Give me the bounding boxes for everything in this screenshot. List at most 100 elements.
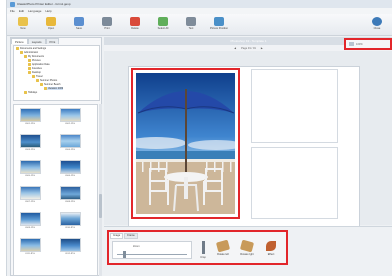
tree-item[interactable]: Summer Photos bbox=[36, 79, 57, 82]
tab-frame[interactable]: Frame bbox=[124, 233, 138, 239]
tree-item[interactable]: Application Data bbox=[28, 63, 49, 66]
tree-item[interactable]: Holidays bbox=[24, 91, 37, 94]
tree-item[interactable]: Administrator bbox=[20, 51, 38, 54]
empty-photo-slot[interactable] bbox=[251, 147, 338, 219]
select-all-icon bbox=[158, 17, 168, 26]
folder-icon bbox=[20, 51, 23, 54]
zoom-icon bbox=[349, 42, 354, 46]
rotate-right-button[interactable]: Rotate right bbox=[239, 239, 255, 263]
menu-help[interactable]: Help bbox=[45, 9, 51, 13]
photo-frame-selected[interactable] bbox=[131, 68, 240, 219]
window-title: ClassicPhoto Printer Editor - form1.gexp bbox=[17, 2, 71, 6]
photo-beach-umbrella[interactable] bbox=[136, 73, 235, 214]
menu-file[interactable]: File bbox=[10, 9, 15, 13]
workspace: Photoshop Kit - Template 1 ◀ Page 01 / 0… bbox=[104, 37, 392, 230]
effect-icon bbox=[266, 241, 276, 251]
delete-button[interactable]: Delete bbox=[125, 17, 145, 34]
scrollbar-thumb[interactable] bbox=[99, 194, 102, 218]
thumbnail[interactable] bbox=[20, 212, 41, 226]
title-bar: ClassicPhoto Printer Editor - form1.gexp bbox=[7, 0, 392, 8]
crop-icon bbox=[201, 241, 205, 254]
folder-icon bbox=[28, 63, 31, 66]
save-icon bbox=[74, 17, 84, 26]
thumbnail-label: 0104.JPG bbox=[65, 149, 75, 151]
print-page bbox=[128, 66, 360, 230]
tree-item[interactable]: Travel bbox=[32, 75, 43, 78]
thumbnail[interactable] bbox=[20, 108, 41, 122]
print-button[interactable]: Print bbox=[97, 17, 117, 34]
thumbnail[interactable] bbox=[20, 238, 41, 252]
thumbnail-label: 0112.JPG bbox=[65, 253, 75, 255]
prev-page-icon[interactable]: ◀ bbox=[234, 47, 236, 50]
thumbnail-scrollbar[interactable] bbox=[99, 104, 102, 276]
menu-edit[interactable]: Edit bbox=[19, 9, 24, 13]
zoom-slider-handle[interactable] bbox=[123, 251, 126, 258]
tab-layouts[interactable]: Layouts bbox=[27, 38, 46, 44]
thumbnail[interactable] bbox=[60, 186, 81, 200]
zoom-slider-area: Zoom bbox=[112, 241, 192, 259]
effect-button[interactable]: Effect bbox=[263, 241, 279, 263]
folder-icon bbox=[28, 71, 31, 74]
crop-button[interactable]: Crop bbox=[195, 241, 211, 263]
zoom-control[interactable]: 100% bbox=[344, 38, 392, 50]
open-button[interactable]: Open bbox=[41, 17, 61, 34]
thumbnail[interactable] bbox=[60, 108, 81, 122]
tab-image[interactable]: Image bbox=[110, 233, 124, 239]
thumbnail-label: 0109.JPG bbox=[25, 227, 35, 229]
text-button[interactable]: Text bbox=[181, 17, 201, 34]
picture-position-button[interactable]: Picture Position bbox=[209, 17, 229, 34]
thumbnail[interactable] bbox=[20, 160, 41, 174]
select-all-button[interactable]: Select All bbox=[153, 17, 173, 34]
image-edit-tools: Image Frame Zoom Crop Rotate left Rotate… bbox=[107, 230, 288, 265]
app-icon bbox=[10, 1, 15, 7]
sidebar-panel: Picture Layouts Print Documents and Sett… bbox=[10, 37, 102, 276]
thumbnail-list: 0101.JPG 0102.JPG 0103.JPG 0104.JPG 0105… bbox=[13, 104, 98, 276]
rotate-left-icon bbox=[215, 239, 231, 253]
thumbnail[interactable] bbox=[20, 186, 41, 200]
zoom-slider-track[interactable] bbox=[117, 254, 187, 255]
edit-panel: Image Frame Zoom Crop Rotate left Rotate… bbox=[104, 226, 392, 276]
thumbnail-label: 0108.JPG bbox=[65, 201, 75, 203]
tree-item-selected[interactable]: Vacation 2009 bbox=[44, 87, 64, 90]
thumbnail[interactable] bbox=[20, 134, 41, 148]
tab-picture[interactable]: Picture bbox=[11, 38, 28, 44]
thumbnail[interactable] bbox=[60, 160, 81, 174]
empty-photo-slot[interactable] bbox=[251, 69, 338, 143]
close-button[interactable]: Close bbox=[367, 17, 387, 34]
folder-icon bbox=[16, 47, 19, 50]
new-button[interactable]: New bbox=[13, 17, 33, 34]
folder-icon bbox=[28, 67, 31, 70]
rotate-right-icon bbox=[239, 239, 255, 253]
thumbnail-label: 0103.JPG bbox=[25, 149, 35, 151]
open-folder-icon bbox=[46, 17, 56, 26]
thumbnail[interactable] bbox=[60, 134, 81, 148]
thumbnail[interactable] bbox=[60, 212, 81, 226]
new-icon bbox=[18, 17, 28, 26]
tree-item[interactable]: Desktop bbox=[28, 71, 41, 74]
folder-icon bbox=[28, 59, 31, 62]
text-icon bbox=[186, 17, 196, 26]
rotate-left-button[interactable]: Rotate left bbox=[215, 239, 231, 263]
folder-tree[interactable]: Documents and Settings Administrator My … bbox=[13, 45, 100, 101]
folder-icon bbox=[44, 87, 47, 90]
tree-item[interactable]: Summer Beach bbox=[40, 83, 60, 86]
tab-print[interactable]: Print bbox=[45, 38, 60, 44]
tree-item[interactable]: Pictures bbox=[28, 59, 41, 62]
thumbnail[interactable] bbox=[60, 238, 81, 252]
thumbnail-label: 0106.JPG bbox=[65, 175, 75, 177]
tree-item[interactable]: Documents and Settings bbox=[16, 47, 46, 50]
zoom-slider-label: Zoom bbox=[133, 245, 140, 248]
folder-icon bbox=[24, 55, 27, 58]
thumbnail-label: 0102.JPG bbox=[65, 123, 75, 125]
close-icon bbox=[372, 17, 382, 26]
next-page-icon[interactable]: ▶ bbox=[261, 47, 263, 50]
tree-item[interactable]: Favorites bbox=[28, 67, 42, 70]
tree-item[interactable]: My Documents bbox=[24, 55, 44, 58]
app-window: ClassicPhoto Printer Editor - form1.gexp… bbox=[6, 0, 392, 276]
zoom-value: 100% bbox=[356, 42, 363, 46]
save-button[interactable]: Save bbox=[69, 17, 89, 34]
picture-position-icon bbox=[214, 17, 224, 26]
folder-icon bbox=[36, 79, 39, 82]
thumbnail-label: 0110.JPG bbox=[65, 227, 75, 229]
menu-language[interactable]: Language bbox=[28, 9, 41, 13]
